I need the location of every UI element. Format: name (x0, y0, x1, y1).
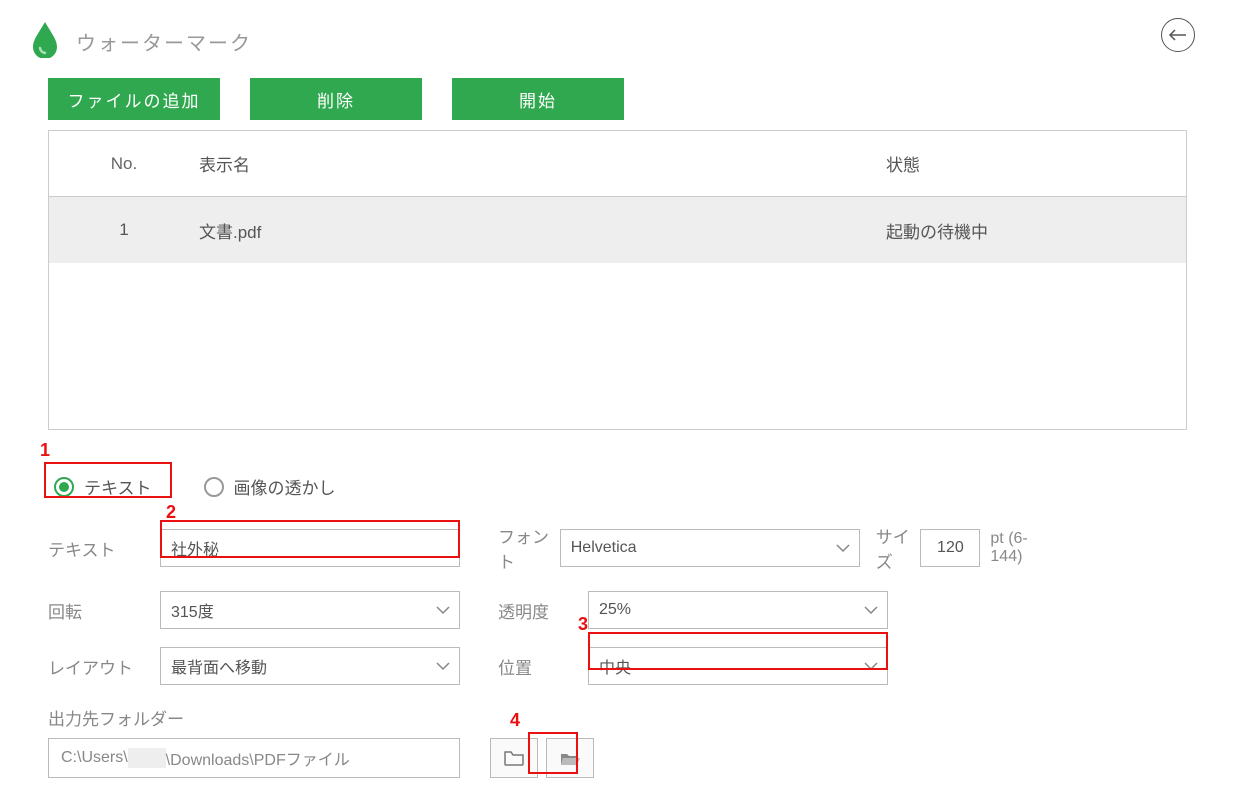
output-label: 出力先フォルダー (48, 705, 1187, 730)
page-title: ウォーターマーク (76, 23, 252, 56)
add-file-button[interactable]: ファイルの追加 (48, 78, 220, 120)
size-label: サイズ (876, 523, 911, 573)
path-prefix: C:\Users\ (61, 749, 128, 767)
rotation-select[interactable] (160, 591, 460, 629)
radio-image-label: 画像の透かし (234, 474, 336, 499)
folder-outline-icon (503, 749, 525, 767)
arrow-left-icon (1168, 29, 1188, 41)
path-obscured (128, 748, 166, 768)
opacity-select[interactable] (588, 591, 888, 629)
file-table: No. 表示名 状態 1 文書.pdf 起動の待機中 (48, 130, 1187, 430)
col-header-status: 状態 (886, 151, 1186, 176)
text-label: テキスト (48, 536, 160, 561)
position-select[interactable] (588, 647, 888, 685)
browse-folder-button[interactable] (490, 738, 538, 778)
rotation-label: 回転 (48, 598, 160, 623)
font-select[interactable] (560, 529, 860, 567)
open-folder-button[interactable] (546, 738, 594, 778)
radio-dot-icon (204, 477, 224, 497)
annotation-2: 2 (166, 502, 176, 523)
path-suffix: \Downloads\PDFファイル (166, 746, 350, 770)
back-button[interactable] (1161, 18, 1195, 52)
cell-no: 1 (49, 220, 199, 240)
start-button[interactable]: 開始 (452, 78, 624, 120)
radio-dot-icon (54, 477, 74, 497)
layout-label: レイアウト (48, 654, 160, 679)
size-suffix: pt (6-144) (990, 530, 1038, 566)
delete-button[interactable]: 削除 (250, 78, 422, 120)
size-input[interactable] (920, 529, 980, 567)
table-row[interactable]: 1 文書.pdf 起動の待機中 (49, 197, 1186, 263)
layout-select[interactable] (160, 647, 460, 685)
cell-name: 文書.pdf (199, 218, 886, 243)
annotation-1: 1 (40, 440, 50, 461)
position-label: 位置 (498, 654, 588, 679)
opacity-label: 透明度 (498, 598, 588, 623)
cell-status: 起動の待機中 (886, 218, 1186, 243)
font-label: フォント (498, 523, 560, 573)
folder-open-icon (559, 749, 581, 767)
col-header-name: 表示名 (199, 151, 886, 176)
text-input[interactable] (160, 529, 460, 567)
water-drop-icon (30, 20, 60, 58)
radio-text[interactable]: テキスト (48, 470, 158, 503)
col-header-no: No. (49, 154, 199, 174)
radio-text-label: テキスト (84, 474, 152, 499)
output-path-input[interactable]: C:\Users\ \Downloads\PDFファイル (48, 738, 460, 778)
radio-image[interactable]: 画像の透かし (198, 470, 342, 503)
